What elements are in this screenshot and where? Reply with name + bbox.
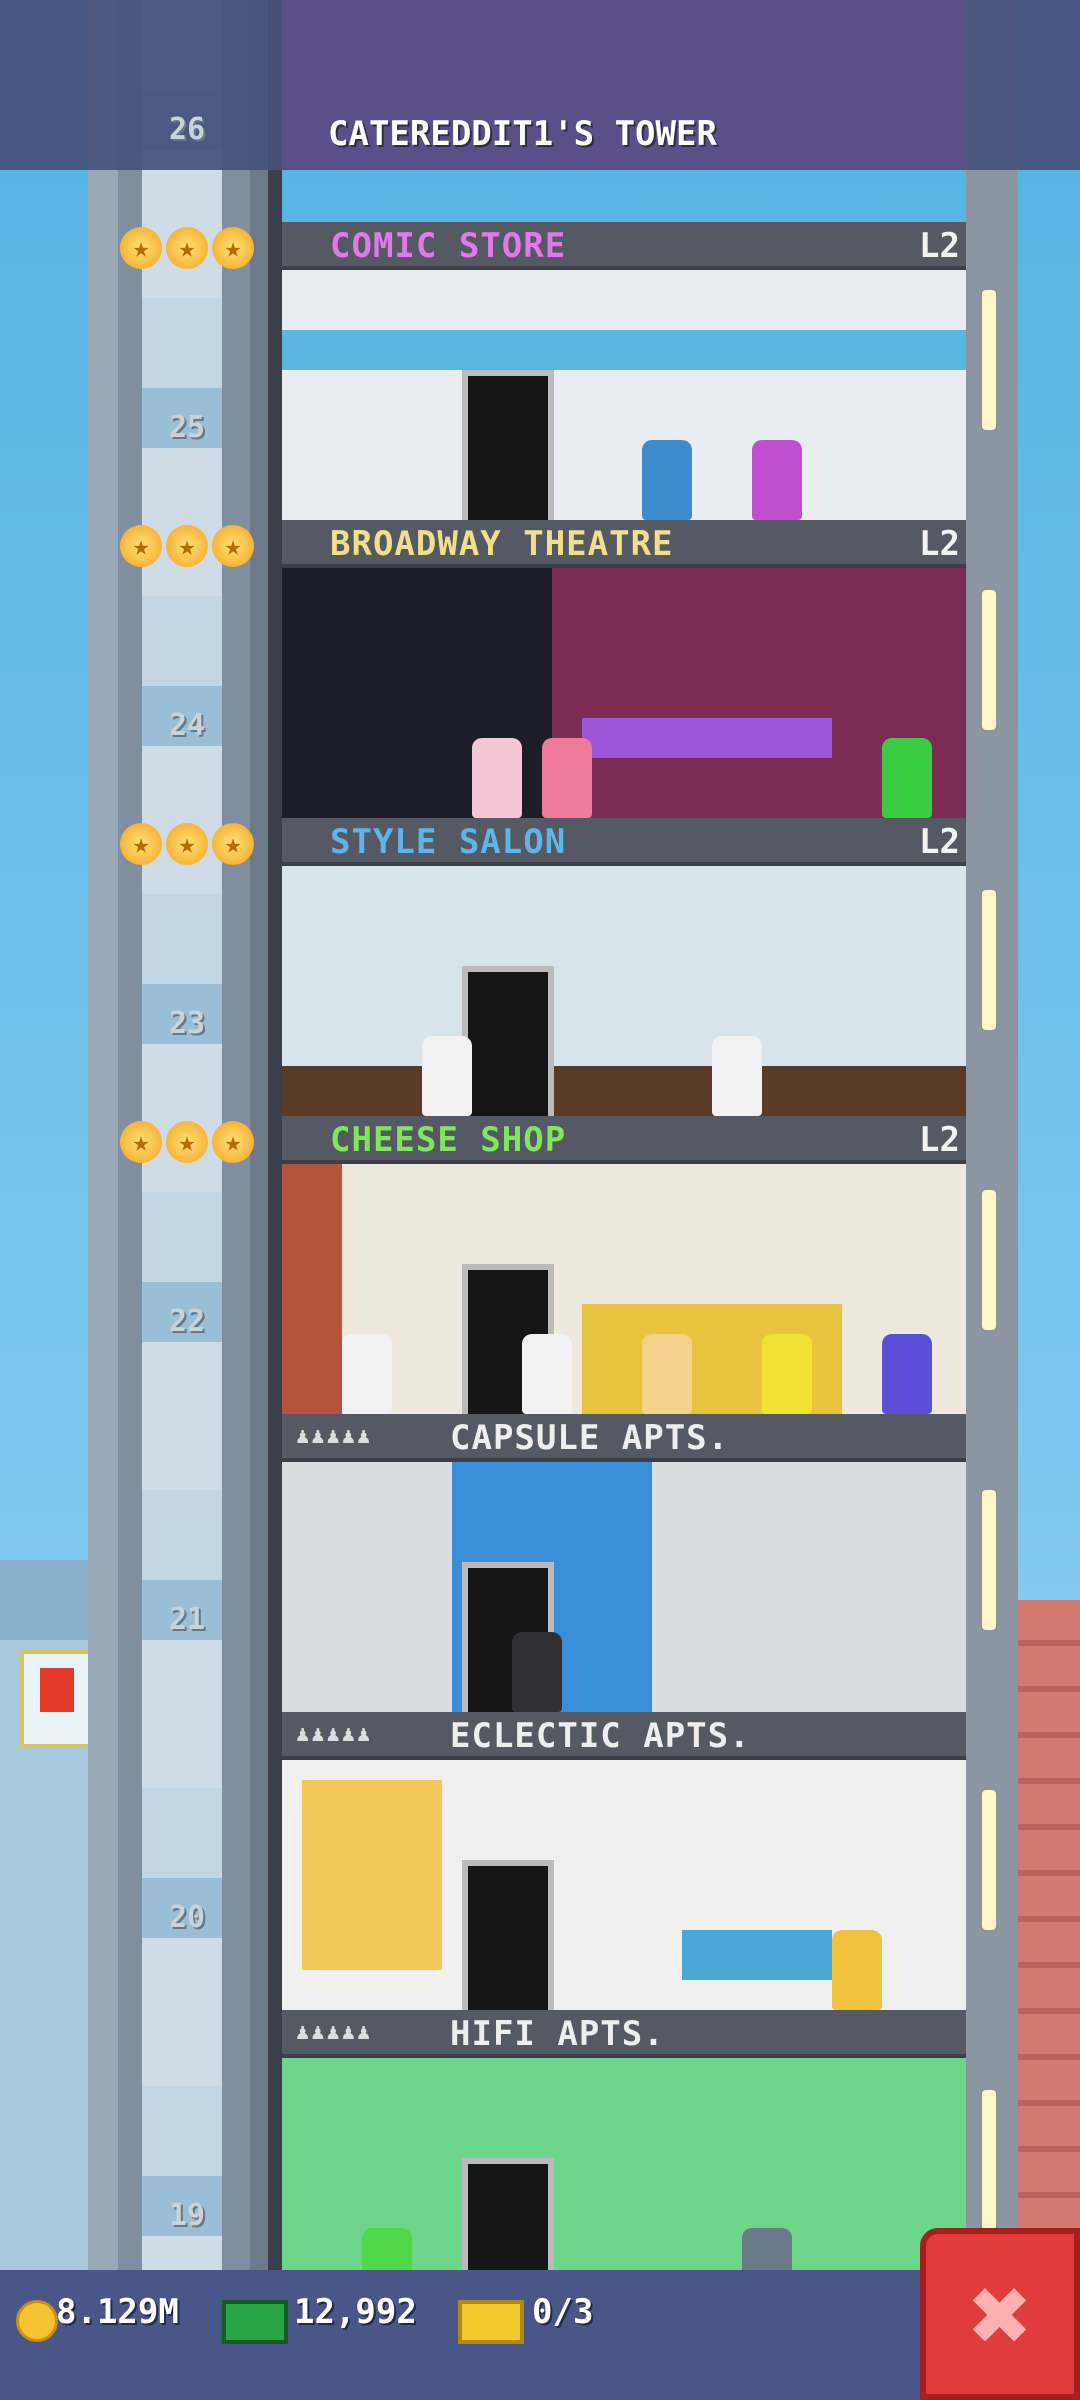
bitizen[interactable] — [832, 1930, 882, 2010]
floor-number-label: 22 — [168, 1304, 206, 1339]
star-icon: ★ — [212, 1121, 254, 1163]
bitizen[interactable] — [882, 738, 932, 818]
bitizen[interactable] — [422, 1036, 472, 1116]
star-icon: ★ — [120, 1121, 162, 1163]
room-interior — [282, 270, 966, 526]
floor-number-label: 23 — [168, 1006, 206, 1041]
floor-name: ECLECTIC APTS. — [450, 1716, 751, 1756]
star-icon: ★ — [166, 823, 208, 865]
star-icon: ★ — [120, 525, 162, 567]
floor-name: COMIC STORE — [330, 226, 567, 266]
floor-style-salon[interactable]: STYLE SALON L2 — [282, 818, 966, 1122]
star-icon: ★ — [212, 227, 254, 269]
tower-title-bar: 26 CATEREDDIT1'S TOWER — [0, 0, 1080, 170]
room-interior — [282, 1462, 966, 1718]
bux-icon — [222, 2300, 288, 2344]
bitizen[interactable] — [342, 1334, 392, 1414]
bitizen[interactable] — [522, 1334, 572, 1414]
floor-header: COMIC STORE L2 — [282, 222, 966, 270]
floor-stars: ★ ★ ★ — [120, 227, 254, 269]
bitizen[interactable] — [752, 440, 802, 520]
room-interior — [282, 1164, 966, 1420]
floor-name: STYLE SALON — [330, 822, 567, 862]
star-icon: ★ — [166, 227, 208, 269]
room-interior — [282, 866, 966, 1122]
star-icon: ★ — [212, 525, 254, 567]
tower-right-wall — [966, 0, 1018, 2280]
bitizen[interactable] — [882, 1334, 932, 1414]
fries-icon — [40, 1668, 74, 1712]
bitizen[interactable] — [642, 440, 692, 520]
floor-header: ♟♟♟♟♟ HIFI APTS. — [282, 2010, 966, 2058]
close-icon: ✖ — [966, 2270, 1034, 2363]
bitizen[interactable] — [512, 1632, 562, 1712]
room-interior — [282, 568, 966, 818]
room-interior — [282, 1760, 966, 2016]
resident-icon: ♟♟♟♟♟ — [296, 1722, 373, 1747]
floor-broadway-theatre[interactable]: BROADWAY THEATRE L2 — [282, 520, 966, 818]
floor-cheese-shop[interactable]: CHEESE SHOP L2 — [282, 1116, 966, 1420]
floor-hifi-apts[interactable]: ♟♟♟♟♟ HIFI APTS. — [282, 2010, 966, 2314]
floor-header: STYLE SALON L2 — [282, 818, 966, 866]
coins-value: 8.129M — [56, 2292, 179, 2332]
star-icon: ★ — [212, 823, 254, 865]
tower-left-wall — [268, 0, 282, 2280]
coin-icon — [16, 2300, 58, 2342]
resident-icon: ♟♟♟♟♟ — [296, 2020, 373, 2045]
star-icon: ★ — [166, 1121, 208, 1163]
room-door — [462, 1860, 554, 2016]
floor-header: BROADWAY THEATRE L2 — [282, 520, 966, 568]
floor-number-label: 26 — [168, 112, 206, 147]
tower-title: CATEREDDIT1'S TOWER — [328, 114, 717, 154]
room-door — [462, 370, 554, 526]
floor-header: ♟♟♟♟♟ ECLECTIC APTS. — [282, 1712, 966, 1760]
floor-header: CHEESE SHOP L2 — [282, 1116, 966, 1164]
floor-stars: ★ ★ ★ — [120, 823, 254, 865]
fries-billboard — [20, 1650, 96, 1748]
ticket-icon — [458, 2300, 524, 2344]
bitizen[interactable] — [472, 738, 522, 818]
floor-level: L2 — [919, 524, 960, 564]
floor-stars: ★ ★ ★ — [120, 525, 254, 567]
floor-number-label: 24 — [168, 708, 206, 743]
bux-value: 12,992 — [294, 2292, 417, 2332]
floor-name: BROADWAY THEATRE — [330, 524, 674, 564]
bitizen[interactable] — [542, 738, 592, 818]
floor-name: HIFI APTS. — [450, 2014, 665, 2054]
floor-name: CAPSULE APTS. — [450, 1418, 730, 1458]
floor-number-label: 20 — [168, 1900, 206, 1935]
star-icon: ★ — [166, 525, 208, 567]
floor-capsule-apts[interactable]: ♟♟♟♟♟ CAPSULE APTS. — [282, 1414, 966, 1718]
floor-eclectic-apts[interactable]: ♟♟♟♟♟ ECLECTIC APTS. — [282, 1712, 966, 2016]
floor-name: CHEESE SHOP — [330, 1120, 567, 1160]
floor-header: ♟♟♟♟♟ CAPSULE APTS. — [282, 1414, 966, 1462]
floor-number-label: 21 — [168, 1602, 206, 1637]
star-icon: ★ — [120, 227, 162, 269]
floor-number-label: 19 — [168, 2198, 206, 2233]
tickets-value: 0/3 — [532, 2292, 594, 2332]
floor-stars: ★ ★ ★ — [120, 1121, 254, 1163]
floor-level: L2 — [919, 822, 960, 862]
star-icon: ★ — [120, 823, 162, 865]
bitizen[interactable] — [712, 1036, 762, 1116]
resource-bar — [0, 2270, 1080, 2400]
floor-level: L2 — [919, 226, 960, 266]
room-door — [462, 966, 554, 1122]
bitizen[interactable] — [642, 1334, 692, 1414]
floor-comic-store[interactable]: COMIC STORE L2 — [282, 222, 966, 526]
floor-number-label: 25 — [168, 410, 206, 445]
floor-level: L2 — [919, 1120, 960, 1160]
resident-icon: ♟♟♟♟♟ — [296, 1424, 373, 1449]
close-button[interactable]: ✖ — [920, 2228, 1080, 2400]
bitizen[interactable] — [762, 1334, 812, 1414]
